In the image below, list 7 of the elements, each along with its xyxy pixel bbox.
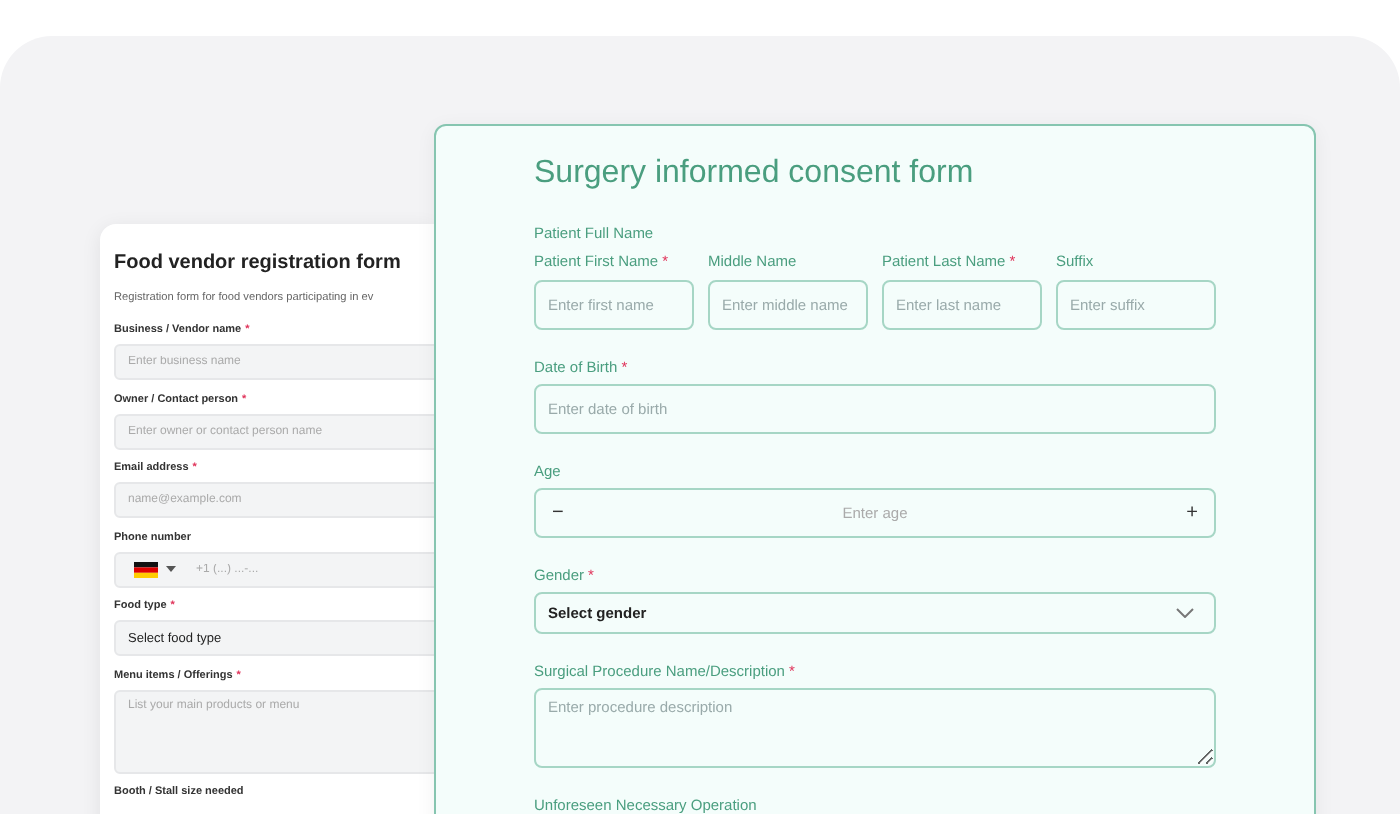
caret-icon (166, 566, 176, 572)
chevron-down-icon (1176, 608, 1194, 618)
increment-button[interactable]: + (1178, 502, 1206, 524)
flag-icon (134, 561, 158, 577)
form-title: Food vendor registration form (114, 250, 403, 278)
decrement-button[interactable]: − (544, 502, 572, 524)
form-title: Surgery informed consent form (534, 154, 976, 194)
